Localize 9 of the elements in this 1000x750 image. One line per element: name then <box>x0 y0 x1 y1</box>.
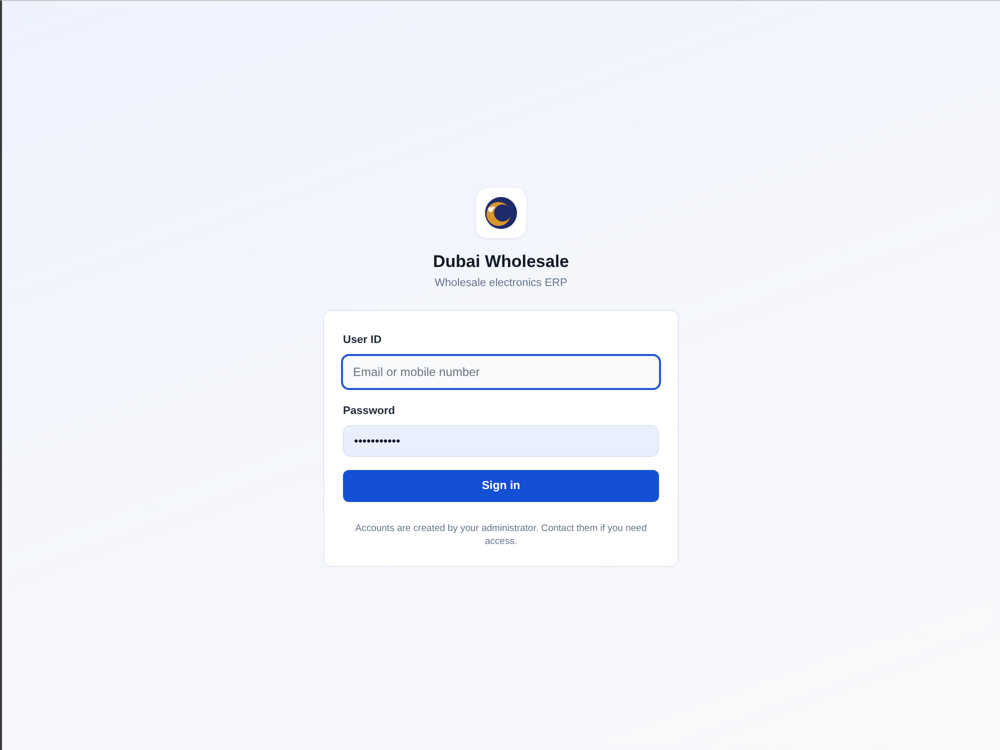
logo-icon <box>476 188 526 238</box>
sign-in-button[interactable]: Sign in <box>343 470 659 502</box>
input-field[interactable]: ••••••••••• <box>343 424 659 456</box>
help-text: Accounts are created by your administrator. Contact them if you need access. <box>354 522 648 548</box>
field-label: User ID <box>343 332 382 346</box>
app-subtitle: Wholesale electronics ERP <box>434 276 568 290</box>
input-field[interactable]: Email or mobile number <box>341 354 661 390</box>
app-title: Dubai Wholesale <box>432 250 570 272</box>
field-label: Password <box>343 404 395 418</box>
